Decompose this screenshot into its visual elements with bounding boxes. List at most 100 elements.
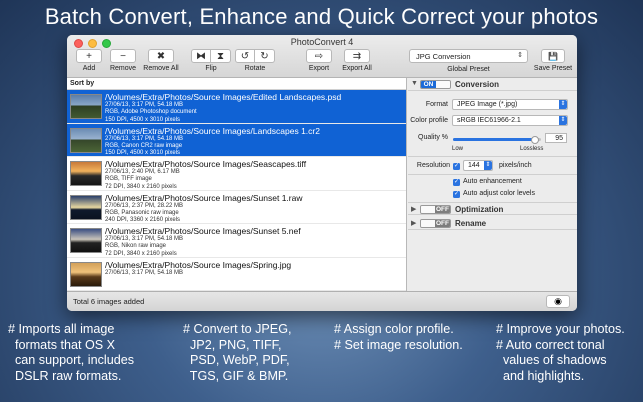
optimization-toggle-label: OFF — [435, 206, 450, 213]
rotate-right-icon: ↻ — [260, 50, 269, 62]
image-meta-type: RGB, Canon CR2 raw image — [105, 142, 183, 149]
quality-input[interactable]: 95 — [545, 133, 567, 143]
rename-toggle[interactable]: OFF — [420, 219, 451, 228]
quality-low-label: Low — [452, 146, 464, 152]
rotate-left-button[interactable]: ↺ — [235, 49, 255, 63]
add-button[interactable]: + — [76, 49, 102, 63]
export-all-button[interactable]: ⇉ — [344, 49, 370, 63]
feature-line: can support, includes — [8, 353, 135, 367]
feature-line: # Assign color profile. — [334, 322, 454, 336]
rotate-right-button[interactable]: ↻ — [255, 49, 275, 63]
feature-line: and highlights. — [496, 368, 585, 383]
image-info: /Volumes/Extra/Photos/Source Images/Land… — [105, 126, 320, 158]
format-value: JPEG Image (*.jpg) — [457, 101, 518, 108]
format-label: Format — [425, 101, 448, 108]
sort-by-header[interactable]: Sort by — [67, 78, 406, 90]
banner-title: Batch Convert, Enhance and Quick Correct… — [44, 4, 599, 29]
quality-slider-fill — [453, 138, 535, 141]
resolution-checkbox[interactable]: ✓ — [453, 163, 460, 170]
image-meta-date: 27/06/13, 3:17 PM, 54.18 MB — [105, 102, 184, 108]
remove-all-tool: ✖ Remove All — [141, 49, 181, 72]
feature-line: # Improve your photos. — [496, 322, 625, 336]
updown-arrow-icon: ⇕ — [559, 100, 567, 109]
optimization-toggle[interactable]: OFF — [420, 205, 451, 214]
optimization-section-header[interactable]: ▶ OFF Optimization — [408, 202, 577, 215]
image-list-row[interactable]: /Volumes/Extra/Photos/Source Images/Edit… — [67, 90, 406, 124]
auto-levels-checkbox[interactable]: ✓ — [453, 191, 460, 198]
image-meta-type: RGB, Panasonic raw image — [105, 209, 179, 216]
remove-all-label: Remove All — [143, 65, 179, 72]
auto-enhancement-checkbox[interactable]: ✓ — [453, 179, 460, 186]
image-path: /Volumes/Extra/Photos/Source Images/Suns… — [105, 226, 301, 236]
rotate-label: Rotate — [244, 65, 266, 72]
rotate-left-icon: ↺ — [240, 50, 250, 62]
app-window: PhotoConvert 4 + Add − Remove ✖ Remove A… — [67, 35, 577, 311]
status-text: Total 6 images added — [73, 297, 145, 306]
feature-line: DSLR raw formats. — [8, 368, 122, 383]
image-thumbnail — [70, 161, 102, 186]
settings-panel: ▼ ON Conversion Format JPEG Image (*.jpg… — [408, 78, 577, 291]
image-list-row[interactable]: /Volumes/Extra/Photos/Source Images/Seas… — [67, 157, 406, 191]
global-preset-label: Global Preset — [447, 66, 490, 73]
quality-lossless-label: Lossless — [520, 146, 544, 152]
disclosure-down-icon[interactable]: ▼ — [411, 80, 418, 87]
image-list-row[interactable]: /Volumes/Extra/Photos/Source Images/Spri… — [67, 258, 406, 291]
export-icon: ⇨ — [314, 50, 324, 62]
image-meta-type: RGB, Adobe Photoshop document — [105, 109, 197, 116]
plus-icon: + — [86, 50, 92, 62]
image-path: /Volumes/Extra/Photos/Source Images/Suns… — [105, 192, 303, 203]
auto-enhancement-label: Auto enhancement — [463, 178, 522, 185]
image-path: /Volumes/Extra/Photos/Source Images/Land… — [105, 125, 320, 136]
image-list-row[interactable]: /Volumes/Extra/Photos/Source Images/Suns… — [67, 191, 406, 225]
export-tool: ⇨ Export — [305, 49, 333, 72]
conversion-toggle[interactable]: ON — [420, 80, 451, 89]
color-profile-select[interactable]: sRGB IEC61966-2.1 ⇕ — [452, 115, 568, 126]
rename-section-header[interactable]: ▶ OFF Rename — [408, 217, 577, 230]
remove-all-button[interactable]: ✖ — [148, 49, 174, 63]
feature-text-improve: # Improve your photos. # Auto correct ton… — [496, 322, 625, 384]
image-meta-date: 27/06/13, 2:40 PM, 6.17 MB — [105, 169, 180, 175]
image-meta-date: 27/06/13, 2:37 PM, 28.22 MB — [105, 202, 184, 209]
image-path: /Volumes/Extra/Photos/Source Images/Spri… — [105, 259, 292, 270]
conversion-toggle-label: ON — [421, 81, 436, 88]
image-meta-type: RGB, TIFF image — [105, 176, 152, 183]
disclosure-right-icon[interactable]: ▶ — [411, 219, 416, 227]
global-preset-value: JPG Conversion — [416, 52, 471, 61]
resolution-unit-label: pixels/inch — [499, 162, 532, 169]
feature-text-color: # Assign color profile. # Set image resol… — [334, 322, 463, 353]
image-list-row[interactable]: /Volumes/Extra/Photos/Source Images/Suns… — [67, 224, 406, 258]
add-tool: + Add — [75, 49, 103, 72]
save-preset-tool: 💾 Save Preset — [531, 49, 575, 72]
titlebar: PhotoConvert 4 + Add − Remove ✖ Remove A… — [67, 35, 577, 78]
save-preset-label: Save Preset — [533, 65, 573, 72]
remove-button[interactable]: − — [110, 49, 136, 63]
floppy-disk-icon: 💾 — [548, 51, 558, 61]
format-select[interactable]: JPEG Image (*.jpg) ⇕ — [452, 99, 568, 110]
disclosure-right-icon[interactable]: ▶ — [411, 205, 416, 213]
remove-tool: − Remove — [107, 49, 139, 72]
auto-levels-label: Auto adjust color levels — [463, 190, 535, 197]
rename-title: Rename — [455, 219, 487, 228]
export-button[interactable]: ⇨ — [306, 49, 332, 63]
feature-line: PSD, WebP, PDF, — [183, 353, 290, 367]
flip-vertical-button[interactable]: ⧗ — [211, 49, 231, 63]
conversion-section-header[interactable]: ▼ ON Conversion — [408, 78, 577, 91]
updown-arrow-icon: ⇕ — [559, 116, 567, 125]
preview-button[interactable]: ◉ — [546, 295, 570, 308]
resolution-select[interactable]: 144 ⇕ — [463, 160, 493, 171]
flip-horizontal-button[interactable]: ⧓ — [191, 49, 211, 63]
quality-slider-knob[interactable] — [530, 136, 539, 144]
feature-text-convert: # Convert to JPEG, JP2, PNG, TIFF, PSD, … — [183, 322, 292, 384]
image-info: /Volumes/Extra/Photos/Source Images/Seas… — [105, 159, 306, 191]
save-preset-button[interactable]: 💾 — [541, 49, 565, 63]
image-info: /Volumes/Extra/Photos/Source Images/Edit… — [105, 92, 341, 124]
feature-line: formats that OS X — [8, 337, 116, 352]
image-info: /Volumes/Extra/Photos/Source Images/Suns… — [105, 193, 303, 225]
flip-label: Flip — [205, 65, 217, 72]
export-label: Export — [308, 65, 330, 72]
image-list-row[interactable]: /Volumes/Extra/Photos/Source Images/Land… — [67, 123, 406, 158]
image-meta-date: 27/06/13, 3:17 PM, 54.18 MB — [105, 135, 184, 142]
global-preset-select[interactable]: JPG Conversion ⇕ — [409, 49, 528, 63]
remove-label: Remove — [109, 65, 137, 72]
color-profile-value: sRGB IEC61966-2.1 — [457, 117, 521, 124]
